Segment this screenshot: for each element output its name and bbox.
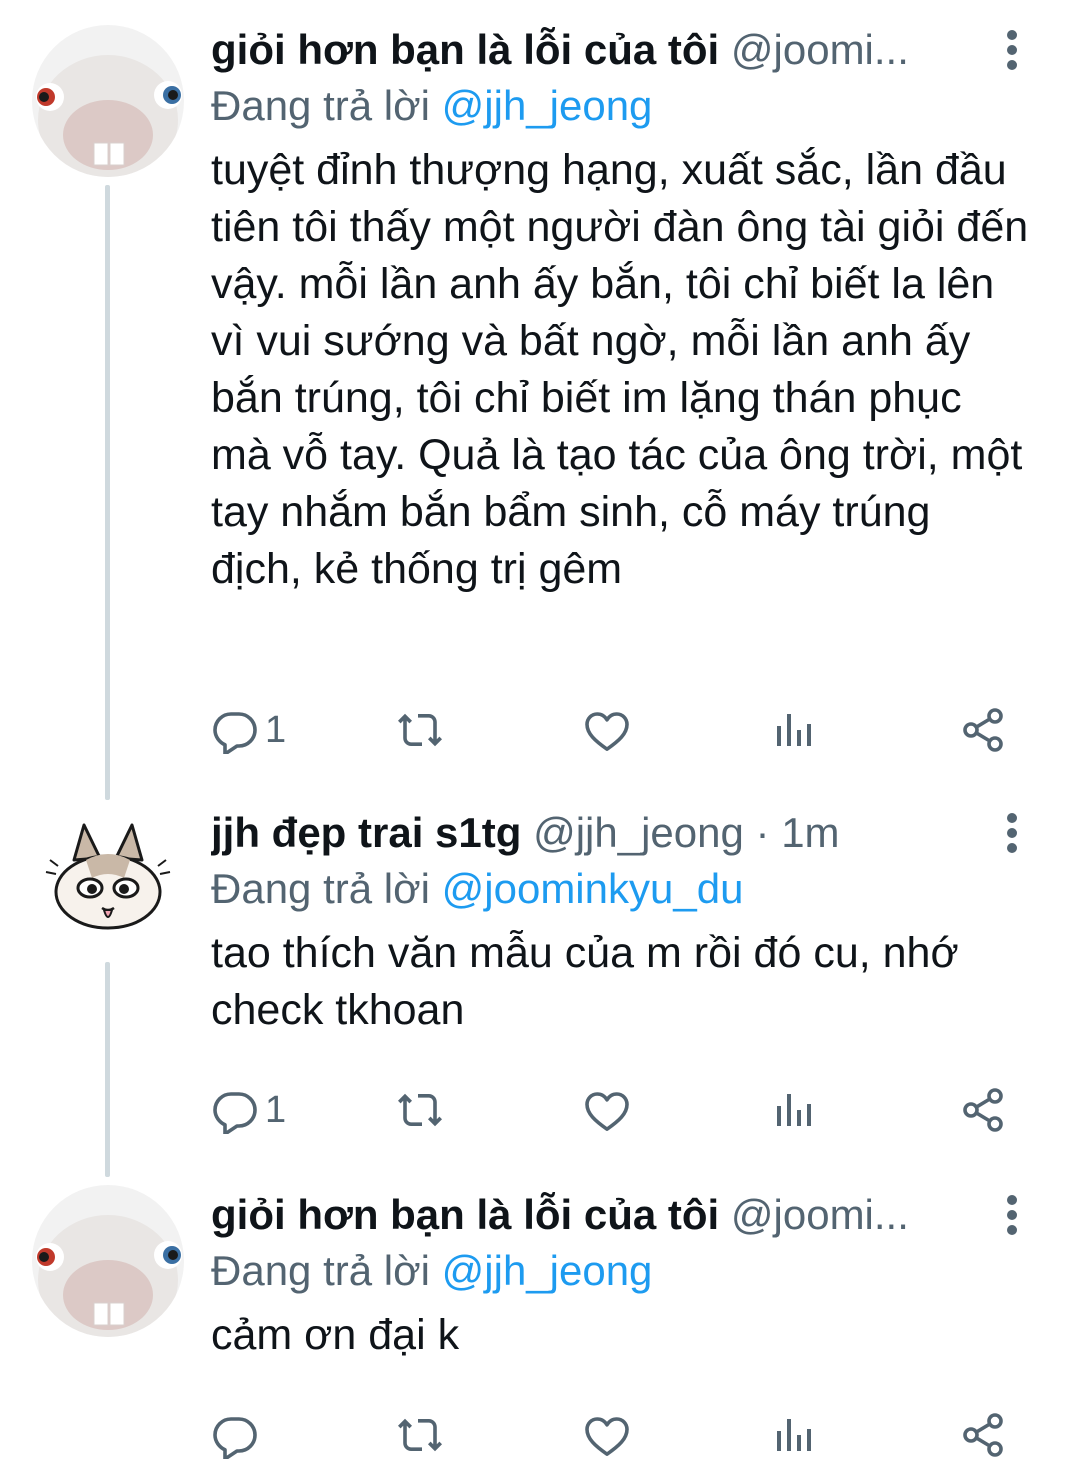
share-icon	[963, 1088, 1003, 1132]
tweet[interactable]: giỏi hơn bạn là lỗi của tôi @joomi... Đa…	[0, 1185, 1080, 1484]
heart-icon	[585, 1417, 629, 1456]
share-button[interactable]	[959, 1405, 1007, 1465]
share-button[interactable]	[959, 1080, 1007, 1140]
reply-icon	[213, 1417, 257, 1459]
heart-icon	[585, 712, 629, 751]
rabbid-avatar-icon	[32, 1185, 184, 1337]
tweet-text: tao thích văn mẫu của m rồi đó cu, nhớ c…	[211, 929, 959, 1034]
reply-icon	[213, 712, 257, 754]
reply-count: 1	[265, 708, 287, 751]
views-button[interactable]	[771, 1405, 819, 1465]
mention-link[interactable]: @joominkyu_du	[442, 865, 744, 912]
more-dots-icon[interactable]	[992, 1193, 1032, 1237]
replying-to-label: Đang trả lời	[211, 1247, 430, 1294]
retweet-button[interactable]	[396, 1405, 444, 1465]
views-button[interactable]	[771, 700, 819, 760]
replying-to: Đang trả lời @joominkyu_du	[211, 861, 1032, 917]
more-dots-icon[interactable]	[992, 811, 1032, 855]
analytics-icon	[777, 1094, 811, 1126]
analytics-icon	[777, 714, 811, 746]
tweet-header: jjh đẹp trai s1tg @jjh_jeong · 1m	[211, 805, 1032, 861]
retweet-icon	[398, 713, 442, 747]
tweet[interactable]: giỏi hơn bạn là lỗi của tôi @joomi... Đa…	[0, 0, 1080, 780]
mention-link[interactable]: @jjh_jeong	[442, 1247, 653, 1294]
handle[interactable]: @joomi...	[731, 26, 909, 73]
cat-avatar-icon	[32, 800, 184, 952]
reply-count: 1	[265, 1088, 287, 1131]
avatar[interactable]	[32, 800, 184, 952]
handle[interactable]: @jjh_jeong	[533, 809, 744, 856]
rabbid-avatar-icon	[32, 25, 184, 177]
retweet-button[interactable]	[396, 700, 444, 760]
display-name[interactable]: giỏi hơn bạn là lỗi của tôi	[211, 26, 719, 73]
display-name[interactable]: jjh đẹp trai s1tg	[211, 809, 521, 856]
action-bar: 1	[211, 1080, 1011, 1140]
retweet-button[interactable]	[396, 1080, 444, 1140]
tweet-header: giỏi hơn bạn là lỗi của tôi @joomi...	[211, 1187, 1032, 1243]
like-button[interactable]	[583, 1080, 631, 1140]
share-icon	[963, 1413, 1003, 1457]
display-name[interactable]: giỏi hơn bạn là lỗi của tôi	[211, 1191, 719, 1238]
mention-link[interactable]: @jjh_jeong	[442, 82, 653, 129]
tweet-text: tuyệt đỉnh thượng hạng, xuất sắc, lần đầ…	[211, 146, 1029, 593]
share-button[interactable]	[959, 700, 1007, 760]
share-icon	[963, 708, 1003, 752]
separator-dot: ·	[755, 809, 770, 856]
handle[interactable]: @joomi...	[731, 1191, 909, 1238]
replying-to-label: Đang trả lời	[211, 82, 430, 129]
like-button[interactable]	[583, 700, 631, 760]
reply-button[interactable]	[211, 1405, 265, 1465]
replying-to: Đang trả lời @jjh_jeong	[211, 1243, 1032, 1299]
like-button[interactable]	[583, 1405, 631, 1465]
reply-icon	[213, 1092, 257, 1134]
reply-button[interactable]: 1	[211, 700, 286, 760]
tweet-header: giỏi hơn bạn là lỗi của tôi @joomi...	[211, 22, 1032, 78]
heart-icon	[585, 1092, 629, 1131]
more-dots-icon[interactable]	[992, 28, 1032, 72]
analytics-icon	[777, 1419, 811, 1451]
action-bar	[211, 1405, 1011, 1465]
views-button[interactable]	[771, 1080, 819, 1140]
timestamp[interactable]: 1m	[781, 809, 839, 856]
retweet-icon	[398, 1418, 442, 1452]
replying-to-label: Đang trả lời	[211, 865, 430, 912]
avatar[interactable]	[32, 1185, 184, 1337]
tweet-text: cảm ơn đại k	[211, 1311, 460, 1359]
retweet-icon	[398, 1093, 442, 1127]
tweet[interactable]: jjh đẹp trai s1tg @jjh_jeong · 1m Đang t…	[0, 800, 1080, 1170]
action-bar: 1	[211, 700, 1011, 760]
avatar[interactable]	[32, 25, 184, 177]
replying-to: Đang trả lời @jjh_jeong	[211, 78, 1032, 134]
reply-button[interactable]: 1	[211, 1080, 286, 1140]
